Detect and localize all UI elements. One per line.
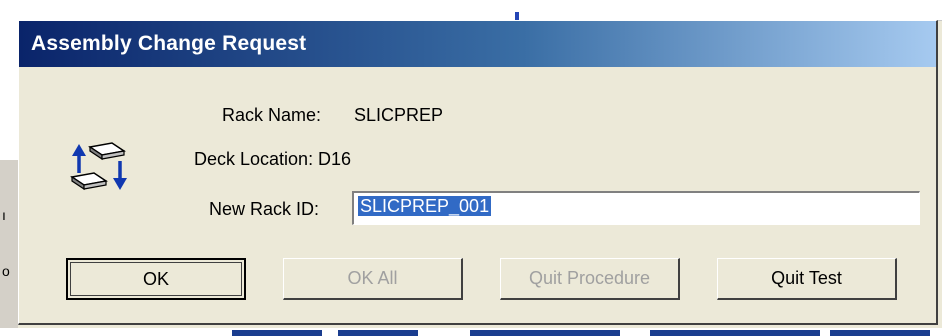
new-rack-id-label: New Rack ID: bbox=[209, 199, 320, 219]
rack-name-value: SLICPREP bbox=[354, 105, 444, 125]
deck-location-value: D16 bbox=[318, 149, 352, 169]
background-window-top bbox=[0, 0, 942, 21]
ok-button[interactable]: OK bbox=[66, 258, 246, 300]
dialog-titlebar[interactable]: Assembly Change Request bbox=[19, 21, 936, 67]
background-strip bbox=[470, 330, 620, 336]
rack-name-label: Rack Name: bbox=[222, 105, 322, 125]
dialog-title: Assembly Change Request bbox=[31, 32, 307, 55]
background-strip bbox=[338, 330, 418, 336]
new-rack-id-input[interactable]: SLICPREP_001 bbox=[352, 191, 920, 225]
background-strip bbox=[830, 330, 930, 336]
background-text-fragment: ı bbox=[2, 207, 6, 223]
background-window-left-panel bbox=[0, 160, 18, 336]
background-strip bbox=[232, 330, 322, 336]
quit-test-button[interactable]: Quit Test bbox=[717, 258, 897, 300]
ok-all-button[interactable]: OK All bbox=[283, 258, 463, 300]
background-strip bbox=[650, 330, 820, 336]
quit-procedure-button-label: Quit Procedure bbox=[528, 268, 651, 288]
quit-test-button-label: Quit Test bbox=[771, 268, 842, 288]
ok-button-label: OK bbox=[142, 268, 169, 289]
assembly-change-request-dialog: Assembly Change Request Rack Name: SLICP… bbox=[18, 20, 938, 325]
quit-procedure-button[interactable]: Quit Procedure bbox=[500, 258, 680, 300]
ok-all-button-label: OK All bbox=[347, 268, 398, 288]
new-rack-id-value: SLICPREP_001 bbox=[358, 196, 492, 216]
deck-location-label: Deck Location: bbox=[194, 149, 314, 169]
rack-swap-icon bbox=[70, 142, 127, 191]
background-text-fragment: o bbox=[2, 263, 10, 279]
